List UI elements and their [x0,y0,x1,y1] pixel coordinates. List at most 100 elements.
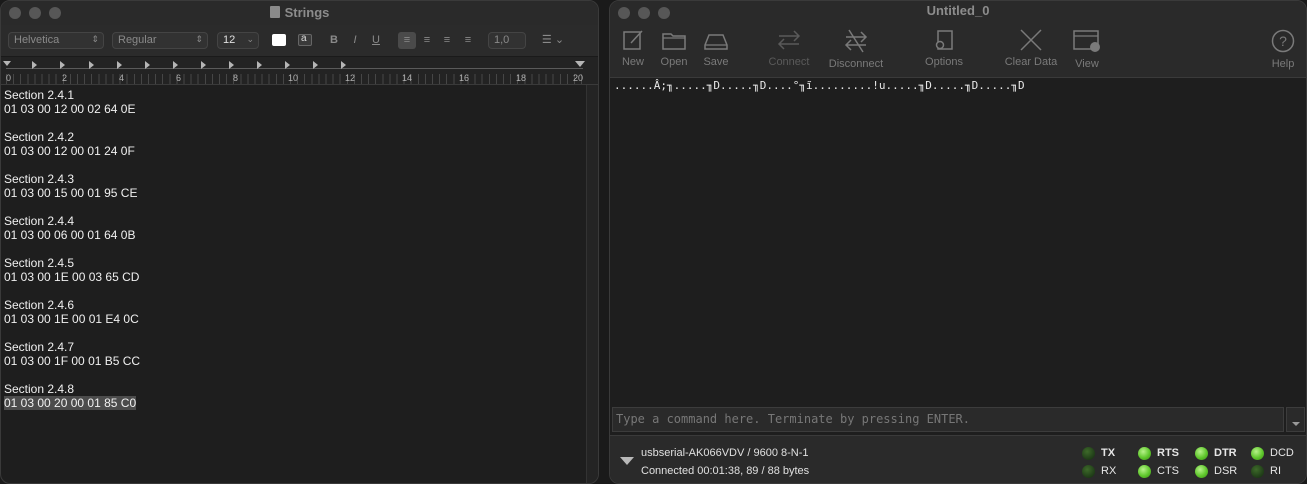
disclosure-triangle-icon[interactable] [620,457,634,465]
align-right-icon[interactable]: ≡ [439,32,455,49]
section-block: Section 2.4.5 01 03 00 1E 00 03 65 CD [4,256,583,284]
tab-stop-icon[interactable] [313,61,318,69]
section-heading: Section 2.4.7 [4,340,75,354]
chevron-updown-icon: ⇕ [195,34,203,44]
section-heading: Section 2.4.2 [4,130,75,144]
section-block: Section 2.4.7 01 03 00 1F 00 01 B5 CC [4,340,583,368]
section-bytes: 01 03 00 15 00 01 95 CE [4,186,138,200]
section-block: Section 2.4.1 01 03 00 12 00 02 64 0E [4,88,583,116]
ruler-label: 2 [62,73,68,83]
dtr-led-icon[interactable] [1195,447,1208,460]
indent-marker-icon[interactable] [3,61,11,66]
section-block: Section 2.4.4 01 03 00 06 00 01 64 0B [4,214,583,242]
ri-label: RI [1270,465,1281,477]
rts-led-icon[interactable] [1138,447,1151,460]
vertical-scrollbar[interactable] [586,85,598,483]
underline-button[interactable]: U [370,32,382,49]
section-bytes: 01 03 00 12 00 02 64 0E [4,102,136,116]
align-center-icon[interactable]: ≡ [419,32,435,49]
status-bar: usbserial-AK066VDV / 9600 8-N-1 Connecte… [610,435,1306,483]
tab-stop-icon[interactable] [117,61,122,69]
dcd-led-icon [1251,447,1264,460]
disconnect-button[interactable]: Disconnect [826,29,886,70]
ruler-label: 6 [176,73,182,83]
save-button[interactable]: Save [690,29,742,68]
options-button[interactable]: Options [918,29,970,68]
tab-stop-icon[interactable] [145,61,150,69]
section-heading: Section 2.4.1 [4,88,75,102]
disconnect-icon [844,29,868,53]
tab-stop-icon[interactable] [257,61,262,69]
tab-stop-icon[interactable] [201,61,206,69]
ruler-label: 16 [459,73,470,83]
bold-button[interactable]: B [328,32,340,49]
list-bullets-icon[interactable]: ☰ ⌄ [539,32,567,49]
command-history-dropdown[interactable] [1286,407,1305,432]
font-family-select[interactable]: Helvetica ⇕ [8,32,104,49]
dcd-label: DCD [1270,447,1294,459]
view-window-icon [1073,30,1100,52]
connection-status-text: Connected 00:01:38, 89 / 88 bytes [641,465,810,477]
tab-stop-icon[interactable] [229,61,234,69]
font-size-select[interactable]: 12 ⌄ [217,32,259,49]
tx-led-icon [1082,447,1095,460]
rx-label: RX [1101,465,1117,477]
tab-stop-icon[interactable] [60,61,65,69]
tab-stop-icon[interactable] [285,61,290,69]
svg-text:?: ? [1279,33,1287,49]
align-left-icon[interactable]: ≡ [398,32,416,49]
folder-icon [662,33,686,50]
drive-icon [704,34,728,50]
connect-button[interactable]: Connect [763,29,815,68]
help-button[interactable]: ? Help [1263,29,1303,70]
highlight-color-swatch[interactable]: a [298,33,312,46]
textedit-window: Strings Helvetica ⇕ Regular ⇕ 12 ⌄ a B I U … [0,0,599,484]
ruler-label: 8 [233,73,239,83]
selected-text[interactable]: 01 03 00 20 00 01 85 C0 [4,396,137,410]
document-text-area[interactable]: Section 2.4.1 01 03 00 12 00 02 64 0E Se… [1,85,586,471]
clear-x-icon [1020,29,1042,51]
section-heading: Section 2.4.3 [4,172,75,186]
ruler-label: 14 [402,73,413,83]
dsr-label: DSR [1214,465,1238,477]
window-title: Strings [1,5,598,20]
cts-label: CTS [1157,465,1179,477]
rts-label: RTS [1157,447,1179,459]
tab-stop-icon[interactable] [32,61,37,69]
italic-button[interactable]: I [349,32,361,49]
window-title: Untitled_0 [926,3,990,18]
section-bytes: 01 03 00 06 00 01 64 0B [4,228,136,242]
toolbar: Untitled_0 New Open Save Connect Disconn… [610,1,1306,78]
section-heading: Section 2.4.5 [4,256,75,270]
ruler-label: 4 [119,73,125,83]
ruler-label: 18 [516,73,527,83]
title-bar: Strings [1,1,598,25]
section-heading: Section 2.4.4 [4,214,75,228]
tab-stop-icon[interactable] [341,61,346,69]
section-bytes: 01 03 00 12 00 01 24 0F [4,144,135,158]
line-spacing-select[interactable]: 1,0 [488,32,526,49]
format-bar: Helvetica ⇕ Regular ⇕ 12 ⌄ a B I U ≡ ≡ ≡ ≡ … [1,25,598,57]
ruler-label: 12 [345,73,356,83]
terminal-output[interactable]: ......Â;╖.....╖D.....╖D....°╖ĩ.........!… [610,78,1306,405]
command-input[interactable]: Type a command here. Terminate by pressi… [612,407,1284,432]
clear-data-button[interactable]: Clear Data [1000,29,1062,68]
align-justify-icon[interactable]: ≡ [460,32,476,49]
tx-label: TX [1101,447,1116,459]
cts-led-icon [1138,465,1151,478]
section-block: Section 2.4.6 01 03 00 1E 00 01 E4 0C [4,298,583,326]
dtr-label: DTR [1214,447,1237,459]
section-bytes: 01 03 00 1F 00 01 B5 CC [4,354,141,368]
section-block: Section 2.4.2 01 03 00 12 00 01 24 0F [4,130,583,158]
font-style-select[interactable]: Regular ⇕ [112,32,208,49]
ruler-label: 0 [6,73,12,83]
options-gear-icon [935,30,953,50]
tab-stop-icon[interactable] [173,61,178,69]
ruler[interactable]: 0 2 4 6 8 10 12 14 16 18 20 [1,57,598,85]
tab-stop-icon[interactable] [89,61,94,69]
section-block: Section 2.4.3 01 03 00 15 00 01 95 CE [4,172,583,200]
right-margin-marker-icon[interactable] [575,61,585,67]
view-button[interactable]: View [1061,29,1113,70]
section-block: Section 2.4.8 01 03 00 20 00 01 85 C0 [4,382,583,410]
text-color-swatch[interactable] [272,34,286,46]
